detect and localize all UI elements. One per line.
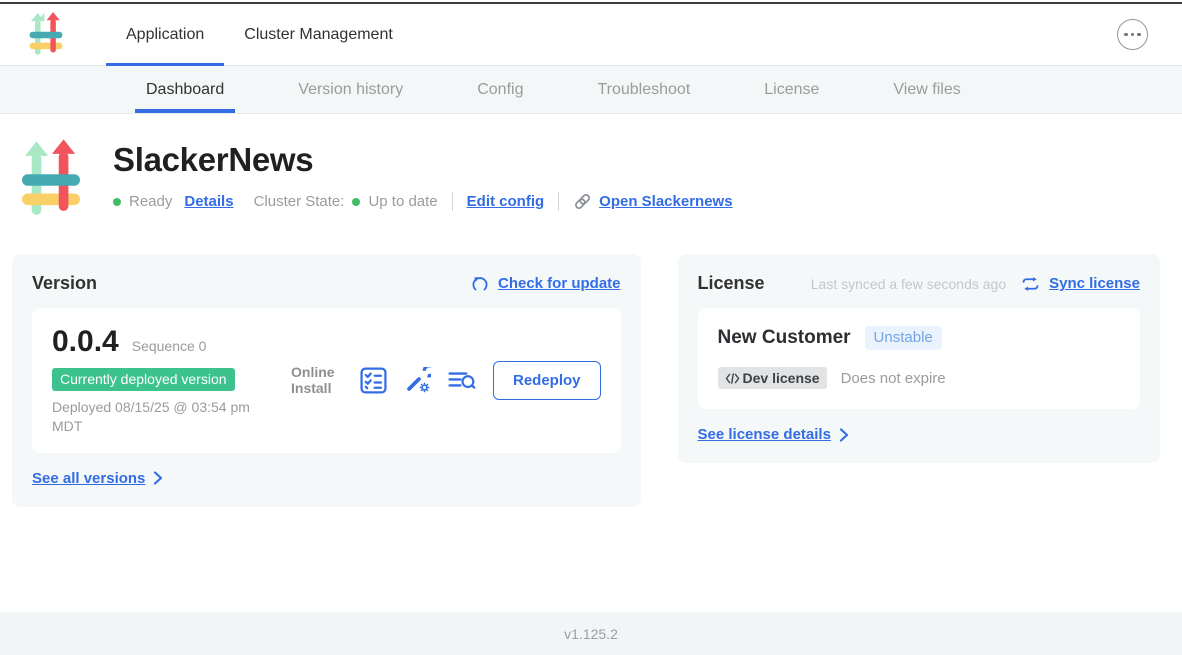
app-status-row: Ready Details Cluster State: Up to date … — [113, 192, 733, 211]
admin-console-screen: Application Cluster Management Dashboard… — [0, 0, 1182, 655]
code-icon — [725, 373, 740, 384]
app-header: SlackerNews Ready Details Cluster State:… — [22, 139, 1154, 221]
tab-version-history[interactable]: Version history — [287, 66, 414, 113]
page-title: SlackerNews — [113, 141, 733, 179]
see-license-details-link[interactable]: See license details — [698, 426, 831, 443]
version-sequence: Sequence 0 — [132, 338, 207, 354]
slackernews-logo-icon — [28, 12, 64, 58]
view-logs-icon[interactable] — [448, 368, 476, 392]
console-version: v1.125.2 — [564, 626, 618, 642]
refresh-icon — [471, 275, 489, 293]
ellipsis-icon — [1124, 33, 1128, 37]
separator — [558, 192, 559, 211]
config-wrench-gear-icon[interactable] — [404, 367, 431, 394]
deployed-badge: Currently deployed version — [52, 368, 235, 391]
more-menu-button[interactable] — [1117, 19, 1148, 50]
edit-config-link[interactable]: Edit config — [467, 193, 545, 210]
check-for-update-link[interactable]: Check for update — [498, 275, 621, 292]
channel-badge: Unstable — [865, 326, 942, 350]
top-nav-tabs: Application Cluster Management — [106, 4, 413, 65]
details-link[interactable]: Details — [184, 193, 233, 210]
version-card-title: Version — [32, 273, 97, 294]
open-app-link[interactable]: Open Slackernews — [599, 193, 732, 210]
separator — [452, 192, 453, 211]
tab-application[interactable]: Application — [106, 4, 224, 65]
tab-dashboard[interactable]: Dashboard — [135, 66, 235, 113]
footer: v1.125.2 — [0, 612, 1182, 655]
license-type-badge: Dev license — [718, 367, 827, 389]
app-status-dot — [113, 198, 121, 206]
dashboard-cards: Version Check for update 0.0.4 Sequence … — [12, 254, 1160, 507]
tab-cluster-management-label: Cluster Management — [244, 26, 393, 44]
app-status-label: Ready — [129, 193, 172, 210]
tab-config[interactable]: Config — [466, 66, 534, 113]
see-all-versions-link[interactable]: See all versions — [32, 470, 145, 487]
license-card: License Last synced a few seconds ago Sy… — [678, 254, 1160, 463]
top-header: Application Cluster Management — [0, 4, 1182, 66]
deployed-timestamp: Deployed 08/15/25 @ 03:54 pm MDT — [52, 398, 280, 436]
tab-troubleshoot[interactable]: Troubleshoot — [586, 66, 701, 113]
current-version-panel: 0.0.4 Sequence 0 Currently deployed vers… — [32, 308, 621, 453]
app-sub-nav: Dashboard Version history Config Trouble… — [0, 66, 1182, 114]
license-card-title: License — [698, 273, 765, 294]
redeploy-button[interactable]: Redeploy — [493, 361, 601, 400]
sync-arrows-icon — [1021, 276, 1040, 292]
link-chain-icon — [573, 192, 592, 211]
license-expiry: Does not expire — [841, 370, 946, 387]
chevron-right-icon — [153, 471, 163, 485]
last-synced-text: Last synced a few seconds ago — [811, 276, 1006, 292]
cluster-state-label: Cluster State: — [254, 193, 345, 210]
sync-license-link[interactable]: Sync license — [1049, 275, 1140, 292]
see-license-details[interactable]: See license details — [698, 426, 1140, 443]
chevron-right-icon — [839, 428, 849, 442]
cluster-state-value: Up to date — [368, 193, 437, 210]
tab-view-files[interactable]: View files — [882, 66, 971, 113]
license-type-label: Dev license — [743, 370, 820, 386]
check-for-update[interactable]: Check for update — [471, 275, 621, 293]
version-card: Version Check for update 0.0.4 Sequence … — [12, 254, 641, 507]
see-all-versions[interactable]: See all versions — [32, 470, 621, 487]
cluster-state-dot — [352, 198, 360, 206]
install-type-label: Online Install — [291, 364, 343, 398]
license-panel: New Customer Unstable Dev license Does n… — [698, 308, 1140, 409]
app-logo-icon — [22, 139, 80, 221]
customer-name: New Customer — [718, 327, 851, 349]
tab-license[interactable]: License — [753, 66, 830, 113]
tab-application-label: Application — [126, 26, 204, 44]
tab-cluster-management[interactable]: Cluster Management — [224, 4, 413, 65]
preflight-checks-icon[interactable] — [360, 367, 387, 394]
version-number: 0.0.4 — [52, 325, 119, 359]
